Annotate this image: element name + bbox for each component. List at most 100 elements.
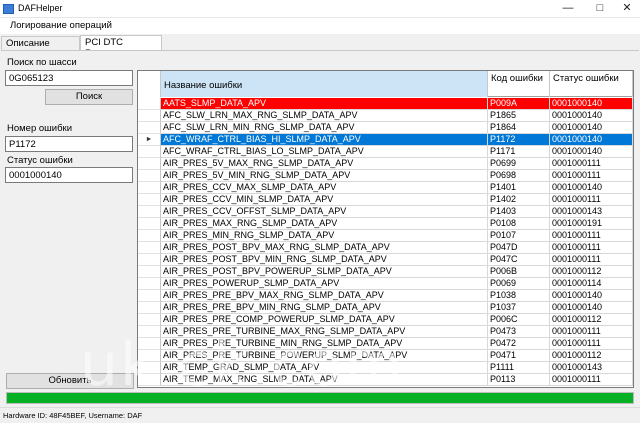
- cell-error-name[interactable]: AIR_PRES_CCV_OFFST_SLMP_DATA_APV: [161, 206, 488, 218]
- cell-error-name[interactable]: AIR_PRES_PRE_BPV_MIN_RNG_SLMP_DATA_APV: [161, 302, 488, 314]
- table-row[interactable]: ► AFC_WRAF_CTRL_BIAS_HI_SLMP_DATA_APV P117…: [138, 134, 633, 146]
- cell-error-status[interactable]: 0001000140: [550, 290, 633, 302]
- table-row[interactable]: AIR_PRES_PRE_TURBINE_MAX_RNG_SLMP_DATA_A…: [138, 326, 633, 338]
- row-header-cell[interactable]: [138, 338, 161, 350]
- cell-error-code[interactable]: P1402: [488, 194, 550, 206]
- error-status-field[interactable]: 0001000140: [5, 167, 133, 183]
- cell-error-code[interactable]: P1403: [488, 206, 550, 218]
- cell-error-code[interactable]: P009A: [488, 98, 550, 110]
- row-header-cell[interactable]: [138, 206, 161, 218]
- cell-error-status[interactable]: 0001000111: [550, 254, 633, 266]
- cell-error-name[interactable]: AATS_SLMP_DATA_APV: [161, 98, 488, 110]
- table-row[interactable]: AIR_PRES_CCV_MIN_SLMP_DATA_APV P1402 00010…: [138, 194, 633, 206]
- cell-error-code[interactable]: P0472: [488, 338, 550, 350]
- cell-error-status[interactable]: 0001000140: [550, 182, 633, 194]
- cell-error-name[interactable]: AIR_PRES_PRE_COMP_POWERUP_SLMP_DATA_APV: [161, 314, 488, 326]
- cell-error-code[interactable]: P1111: [488, 362, 550, 374]
- table-row[interactable]: AIR_PRES_MAX_RNG_SLMP_DATA_APV P0108 00010…: [138, 218, 633, 230]
- table-row[interactable]: AIR_TEMP_MAX_RNG_SLMP_DATA_APV P0113 00010…: [138, 374, 633, 386]
- cell-error-name[interactable]: AIR_PRES_PRE_TURBINE_MAX_RNG_SLMP_DATA_A…: [161, 326, 488, 338]
- cell-error-code[interactable]: P006B: [488, 266, 550, 278]
- row-header-cell[interactable]: [138, 350, 161, 362]
- cell-error-status[interactable]: 0001000140: [550, 110, 633, 122]
- tab-pci-dtc-remover[interactable]: PCI DTC Remover: [80, 35, 162, 59]
- table-row[interactable]: AIR_PRES_PRE_COMP_POWERUP_SLMP_DATA_APV P…: [138, 314, 633, 326]
- cell-error-name[interactable]: AIR_PRES_CCV_MAX_SLMP_DATA_APV: [161, 182, 488, 194]
- table-row[interactable]: AFC_SLW_LRN_MIN_RNG_SLMP_DATA_APV P1864 00…: [138, 122, 633, 134]
- row-header-cell[interactable]: [138, 122, 161, 134]
- row-header-cell[interactable]: [138, 242, 161, 254]
- table-row[interactable]: AIR_PRES_PRE_TURBINE_POWERUP_SLMP_DATA_A…: [138, 350, 633, 362]
- cell-error-code[interactable]: P1865: [488, 110, 550, 122]
- cell-error-status[interactable]: 0001000114: [550, 278, 633, 290]
- table-row[interactable]: AATS_SLMP_DATA_APV P009A 0001000140: [138, 98, 633, 110]
- cell-error-code[interactable]: P1172: [488, 134, 550, 146]
- cell-error-status[interactable]: 0001000191: [550, 218, 633, 230]
- table-row[interactable]: AIR_PRES_MIN_RNG_SLMP_DATA_APV P0107 00010…: [138, 230, 633, 242]
- cell-error-status[interactable]: 0001000112: [550, 314, 633, 326]
- cell-error-name[interactable]: AFC_WRAF_CTRL_BIAS_LO_SLMP_DATA_APV: [161, 146, 488, 158]
- table-row[interactable]: AIR_PRES_POST_BPV_MAX_RNG_SLMP_DATA_APV P…: [138, 242, 633, 254]
- minimize-icon[interactable]: —: [554, 0, 582, 18]
- cell-error-status[interactable]: 0001000140: [550, 98, 633, 110]
- table-row[interactable]: AIR_PRES_POST_BPV_MIN_RNG_SLMP_DATA_APV P…: [138, 254, 633, 266]
- cell-error-code[interactable]: P0108: [488, 218, 550, 230]
- cell-error-code[interactable]: P0699: [488, 158, 550, 170]
- cell-error-status[interactable]: 0001000111: [550, 242, 633, 254]
- cell-error-name[interactable]: AIR_PRES_5V_MAX_RNG_SLMP_DATA_APV: [161, 158, 488, 170]
- table-row[interactable]: AIR_PRES_CCV_OFFST_SLMP_DATA_APV P1403 000…: [138, 206, 633, 218]
- row-header-cell[interactable]: [138, 290, 161, 302]
- cell-error-name[interactable]: AFC_SLW_LRN_MAX_RNG_SLMP_DATA_APV: [161, 110, 488, 122]
- table-row[interactable]: AIR_PRES_POWERUP_SLMP_DATA_APV P0069 00010…: [138, 278, 633, 290]
- cell-error-code[interactable]: P1401: [488, 182, 550, 194]
- menu-item-logging[interactable]: Логирование операций: [10, 20, 112, 31]
- row-header-cell[interactable]: [138, 182, 161, 194]
- refresh-button[interactable]: Обновить: [6, 373, 134, 389]
- cell-error-code[interactable]: P006C: [488, 314, 550, 326]
- chassis-search-input[interactable]: 0G065123: [5, 70, 133, 86]
- cell-error-name[interactable]: AFC_WRAF_CTRL_BIAS_HI_SLMP_DATA_APV: [161, 134, 488, 146]
- row-header-cell[interactable]: [138, 110, 161, 122]
- row-header-cell[interactable]: [138, 98, 161, 110]
- cell-error-status[interactable]: 0001000112: [550, 350, 633, 362]
- table-row[interactable]: AIR_PRES_PRE_BPV_MIN_RNG_SLMP_DATA_APV P1…: [138, 302, 633, 314]
- row-header-cell[interactable]: [138, 158, 161, 170]
- cell-error-code[interactable]: P1171: [488, 146, 550, 158]
- table-row[interactable]: AIR_PRES_PRE_TURBINE_MIN_RNG_SLMP_DATA_A…: [138, 338, 633, 350]
- table-row[interactable]: AIR_PRES_PRE_BPV_MAX_RNG_SLMP_DATA_APV P1…: [138, 290, 633, 302]
- cell-error-status[interactable]: 0001000112: [550, 266, 633, 278]
- row-header-cell[interactable]: [138, 254, 161, 266]
- cell-error-name[interactable]: AIR_PRES_PRE_TURBINE_MIN_RNG_SLMP_DATA_A…: [161, 338, 488, 350]
- cell-error-name[interactable]: AIR_PRES_5V_MIN_RNG_SLMP_DATA_APV: [161, 170, 488, 182]
- row-header-cell[interactable]: [138, 146, 161, 158]
- row-header-cell[interactable]: [138, 362, 161, 374]
- cell-error-code[interactable]: P047D: [488, 242, 550, 254]
- row-header-cell[interactable]: [138, 230, 161, 242]
- cell-error-status[interactable]: 0001000143: [550, 206, 633, 218]
- row-header-cell[interactable]: [138, 374, 161, 386]
- cell-error-name[interactable]: AIR_PRES_MIN_RNG_SLMP_DATA_APV: [161, 230, 488, 242]
- close-icon[interactable]: ✕: [613, 0, 640, 18]
- table-row[interactable]: AFC_WRAF_CTRL_BIAS_LO_SLMP_DATA_APV P1171…: [138, 146, 633, 158]
- maximize-icon[interactable]: □: [586, 0, 614, 18]
- cell-error-code[interactable]: P047C: [488, 254, 550, 266]
- column-header-name[interactable]: Название ошибки: [161, 71, 488, 97]
- cell-error-name[interactable]: AIR_PRES_POST_BPV_MAX_RNG_SLMP_DATA_APV: [161, 242, 488, 254]
- cell-error-code[interactable]: P1864: [488, 122, 550, 134]
- column-header-status[interactable]: Статус ошибки: [550, 71, 633, 97]
- cell-error-code[interactable]: P0107: [488, 230, 550, 242]
- cell-error-name[interactable]: AFC_SLW_LRN_MIN_RNG_SLMP_DATA_APV: [161, 122, 488, 134]
- table-row[interactable]: AIR_PRES_CCV_MAX_SLMP_DATA_APV P1401 00010…: [138, 182, 633, 194]
- row-header-cell[interactable]: ►: [138, 134, 161, 146]
- cell-error-name[interactable]: AIR_PRES_POWERUP_SLMP_DATA_APV: [161, 278, 488, 290]
- cell-error-status[interactable]: 0001000111: [550, 326, 633, 338]
- column-header-code[interactable]: Код ошибки: [488, 71, 550, 97]
- cell-error-status[interactable]: 0001000111: [550, 374, 633, 386]
- search-button[interactable]: Поиск: [45, 89, 133, 105]
- table-row[interactable]: AIR_PRES_5V_MAX_RNG_SLMP_DATA_APV P0699 00…: [138, 158, 633, 170]
- row-header-cell[interactable]: [138, 194, 161, 206]
- tab-error-description[interactable]: Описание ошибок: [1, 36, 80, 60]
- cell-error-status[interactable]: 0001000143: [550, 362, 633, 374]
- row-header-cell[interactable]: [138, 278, 161, 290]
- cell-error-name[interactable]: AIR_PRES_POST_BPV_MIN_RNG_SLMP_DATA_APV: [161, 254, 488, 266]
